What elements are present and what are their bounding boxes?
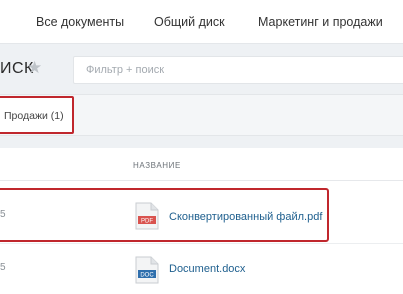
- row-marker: 5: [0, 262, 6, 273]
- column-header-name[interactable]: НАЗВАНИЕ: [133, 161, 181, 170]
- top-navigation: Все документы Общий диск Маркетинг и про…: [0, 0, 403, 44]
- search-input[interactable]: [73, 56, 403, 84]
- selected-row-highlight: [0, 188, 329, 242]
- filter-chip-sales[interactable]: Продажи (1): [0, 96, 74, 134]
- row-divider: [0, 243, 403, 244]
- star-icon[interactable]: ★: [27, 58, 42, 78]
- header-divider: [0, 180, 403, 181]
- docx-file-icon: DOC: [135, 256, 159, 284]
- tab-marketing-sales[interactable]: Маркетинг и продажи: [258, 15, 383, 29]
- file-name-docx[interactable]: Document.docx: [169, 263, 245, 275]
- tab-shared-drive[interactable]: Общий диск: [154, 15, 225, 29]
- tab-all-documents[interactable]: Все документы: [36, 15, 124, 29]
- docx-icon-label: DOC: [140, 273, 154, 279]
